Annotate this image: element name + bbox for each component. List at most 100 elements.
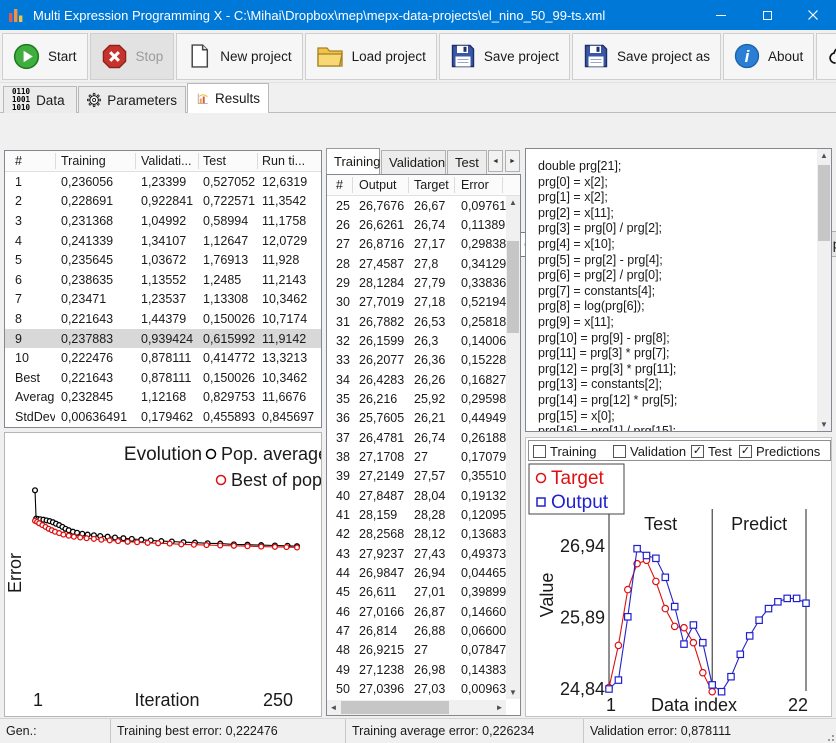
about-button[interactable]: i About <box>723 33 814 80</box>
save-project-button[interactable]: Save project <box>439 33 570 80</box>
scroll-down-icon[interactable]: ▼ <box>506 686 520 699</box>
output-table-row[interactable]: 4627,016626,870,146609 <box>327 602 506 621</box>
runs-table-row[interactable]: 90,2378830,9394240,61599211,9142 <box>5 329 321 349</box>
close-icon <box>807 9 819 21</box>
runs-table-row[interactable]: 70,234711,235371,1330810,3462 <box>5 290 321 310</box>
output-table-row[interactable]: 5027,039627,030,009634 <box>327 679 506 698</box>
code-line: prg[14] = prg[12] * prg[5]; <box>538 393 801 409</box>
tab-parameters[interactable]: Parameters <box>78 86 186 113</box>
output-table-row[interactable]: 4426,984726,940,044650 <box>327 563 506 582</box>
scrollbar-thumb[interactable] <box>507 241 519 333</box>
svg-text:25,89: 25,89 <box>560 608 605 628</box>
minimize-button[interactable] <box>698 0 744 30</box>
scroll-up-icon[interactable]: ▲ <box>817 149 831 162</box>
tab-validation[interactable]: Validation <box>381 150 446 174</box>
status-item: Validation error: 0,878111 <box>583 719 836 743</box>
code-vscrollbar[interactable]: ▲ ▼ <box>817 149 831 431</box>
scrollbar-thumb[interactable] <box>818 165 830 241</box>
output-table-row[interactable]: 4826,9215270,078470 <box>327 641 506 660</box>
start-button[interactable]: Start <box>2 33 88 80</box>
output-table-row[interactable]: 3927,214927,570,355103 <box>327 467 506 486</box>
output-table-row[interactable]: 2526,767626,670,097612 <box>327 196 506 215</box>
updates-button[interactable]: Updates <box>816 33 836 80</box>
output-table-row[interactable]: 4228,256828,120,136832 <box>327 525 506 544</box>
output-table-row[interactable]: 3827,1708270,170794 <box>327 447 506 466</box>
output-table-row[interactable]: 3726,478126,740,261882 <box>327 428 506 447</box>
output-table-row[interactable]: 4128,15928,280,120951 <box>327 505 506 524</box>
code-line: prg[0] = x[2]; <box>538 175 801 191</box>
toggle-training[interactable]: Training <box>533 444 596 459</box>
runs-table-row[interactable]: StdDev0,006364910,1794620,4558930,845697 <box>5 407 321 427</box>
svg-text:26,94: 26,94 <box>560 536 605 556</box>
runs-table-row[interactable]: 100,2224760,8781110,41477213,3213 <box>5 348 321 368</box>
output-table-row[interactable]: 3426,428326,260,168276 <box>327 370 506 389</box>
runs-table-row[interactable]: 40,2413391,341071,1264712,0729 <box>5 231 321 251</box>
output-table-row[interactable]: 3326,207726,360,152287 <box>327 351 506 370</box>
runs-table-row[interactable]: Best0,2216430,8781110,15002610,3462 <box>5 368 321 388</box>
output-table-row[interactable]: 4526,61127,010,398998 <box>327 583 506 602</box>
start-icon <box>13 43 40 70</box>
output-table-row[interactable]: 3625,760526,210,449498 <box>327 409 506 428</box>
scroll-up-icon[interactable]: ▲ <box>506 196 520 209</box>
svg-text:24,84: 24,84 <box>560 679 605 699</box>
runs-table-row[interactable]: 20,2286910,9228410,72257111,3542 <box>5 192 321 212</box>
output-table-row[interactable]: 4927,123826,980,143835 <box>327 660 506 679</box>
save-project-as-button[interactable]: Save project as <box>572 33 721 80</box>
load-project-button[interactable]: Load project <box>305 33 437 80</box>
svg-text:Data index: Data index <box>651 695 737 715</box>
output-table-row[interactable]: 4327,923727,430,493738 <box>327 544 506 563</box>
svg-text:Value: Value <box>537 573 557 618</box>
output-table-vscrollbar[interactable]: ▲ ▼ <box>506 196 520 699</box>
tab-scroll-left-button[interactable]: ◄ <box>488 150 503 172</box>
toggle-test[interactable]: ✓Test <box>691 444 732 459</box>
runs-table-row[interactable]: 30,2313681,049920,5899411,1758 <box>5 211 321 231</box>
output-table-row[interactable]: 3226,159926,30,140062 <box>327 331 506 350</box>
output-table-row[interactable]: 4726,81426,880,066008 <box>327 621 506 640</box>
series-output <box>606 546 809 695</box>
tab-training[interactable]: Training <box>326 148 380 174</box>
evolution-panel: EvolutionPop. averageBest of pop.1Iterat… <box>4 432 322 717</box>
runs-table-row[interactable]: 10,2360561,233990,52705212,6319 <box>5 172 321 192</box>
toggle-validation[interactable]: Validation <box>613 444 686 459</box>
maximize-button[interactable] <box>744 0 790 30</box>
svg-text:Best of pop.: Best of pop. <box>231 470 321 490</box>
status-item: Training best error: 0,222476 <box>110 719 345 743</box>
close-button[interactable] <box>790 0 836 30</box>
output-table-row[interactable]: 2827,458727,80,341298 <box>327 254 506 273</box>
output-table-row[interactable]: 3027,701927,180,521945 <box>327 293 506 312</box>
code-line: prg[4] = x[10]; <box>538 237 801 253</box>
tab-test[interactable]: Test <box>447 150 487 174</box>
toggle-predictions[interactable]: ✓Predictions <box>739 444 820 459</box>
runs-table-row[interactable]: 50,2356451,036721,7691311,928 <box>5 250 321 270</box>
code-line: prg[12] = prg[3] * prg[11]; <box>538 362 801 378</box>
output-table-row[interactable]: 2928,128427,790,338365 <box>327 273 506 292</box>
code-text[interactable]: double prg[21];prg[0] = x[2];prg[1] = x[… <box>526 149 817 431</box>
output-table-row[interactable]: 4027,848728,040,191323 <box>327 486 506 505</box>
runs-table-row[interactable]: Average0,2328451,121680,82975311,6676 <box>5 388 321 408</box>
scroll-right-icon[interactable]: ► <box>493 700 506 715</box>
tab-scroll-right-button[interactable]: ► <box>505 150 520 172</box>
code-line: prg[11] = prg[3] * prg[7]; <box>538 346 801 362</box>
scroll-left-icon[interactable]: ◄ <box>327 700 340 715</box>
output-table-hscrollbar[interactable]: ◄ ► <box>327 700 506 715</box>
code-line: prg[1] = x[2]; <box>538 190 801 206</box>
scroll-down-icon[interactable]: ▼ <box>817 418 831 431</box>
load-project-icon <box>316 43 344 69</box>
tab-results[interactable]: Results <box>187 83 269 113</box>
scrollbar-thumb[interactable] <box>341 701 449 714</box>
resize-grip[interactable] <box>825 732 835 742</box>
runs-table-row[interactable]: 60,2386351,135521,248511,2143 <box>5 270 321 290</box>
runs-table-row[interactable]: 80,2216431,443790,15002610,7174 <box>5 309 321 329</box>
prediction-chart: TestPredict26,9425,8924,841Data index22V… <box>526 463 831 716</box>
output-table-row[interactable]: 3526,21625,920,295984 <box>327 389 506 408</box>
app-icon <box>8 7 24 23</box>
updates-icon <box>827 43 836 70</box>
new-project-button[interactable]: New project <box>176 33 302 80</box>
window-title: Multi Expression Programming X - C:\Miha… <box>33 8 698 23</box>
tab-data[interactable]: 011010011010 Data <box>3 86 77 113</box>
svg-text:Test: Test <box>644 514 677 534</box>
output-table-row[interactable]: 2726,871627,170,298384 <box>327 235 506 254</box>
checkbox-icon: ✓ <box>739 445 752 458</box>
output-table-row[interactable]: 3126,788226,530,258182 <box>327 312 506 331</box>
output-table-row[interactable]: 2626,626126,740,113891 <box>327 215 506 234</box>
